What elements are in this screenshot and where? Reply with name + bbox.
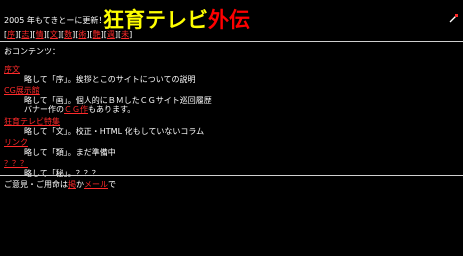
- nav-item-6[interactable]: 艶: [93, 30, 101, 39]
- contents-heading: おコンテンツ：: [4, 47, 60, 56]
- nav-item-8[interactable]: 未: [121, 30, 129, 39]
- nav-item-0[interactable]: 序: [7, 30, 15, 39]
- item-link-links[interactable]: リンク: [4, 138, 212, 148]
- list-item: 狂育テレビ特集 略して「文」。校正・HTML 化もしていないコラム: [4, 117, 212, 136]
- footer-text: ご意見・ご用命は: [4, 180, 68, 189]
- item-description: 略して「画」。個人的にＢＭしたＣＧサイト巡回履歴: [24, 95, 212, 105]
- nav-item-7[interactable]: 週: [107, 30, 115, 39]
- item-link-cg-gallery[interactable]: CG展示館: [4, 86, 212, 96]
- nav-bar: [序][志][情][文][数][術][艶][週][未]: [4, 30, 133, 39]
- nav-item-2[interactable]: 情: [36, 30, 44, 39]
- item-description-extra: バナー作のＣＧ作もあります。: [24, 105, 136, 115]
- list-item: リンク 略して「類」。まだ準備中: [4, 138, 212, 157]
- footer-text: で: [108, 180, 116, 189]
- update-note: 2005 年もてきとーに更新！: [4, 16, 107, 25]
- nav-item-3[interactable]: 文: [50, 30, 58, 39]
- footer: ご意見・ご用命は掲かメールで: [4, 179, 116, 190]
- item-description: 略して「類」。まだ準備中: [24, 147, 116, 157]
- item-link-secret[interactable]: ？？？: [4, 159, 212, 169]
- item-description: 略して「序」。挨拶とこのサイトについての説明: [24, 74, 196, 84]
- nav-item-4[interactable]: 数: [64, 30, 72, 39]
- list-item: 序文 略して「序」。挨拶とこのサイトについての説明: [4, 65, 212, 84]
- item-link-preface[interactable]: 序文: [4, 65, 212, 75]
- divider-bottom: [0, 175, 463, 176]
- footer-text: か: [76, 180, 84, 189]
- list-item: CG展示館 略して「画」。個人的にＢＭしたＣＧサイト巡回履歴 バナー作のＣＧ作も…: [4, 86, 212, 115]
- pencil-icon[interactable]: [449, 14, 458, 23]
- item-description: 略して「文」。校正・HTML 化もしていないコラム: [24, 126, 205, 136]
- board-link[interactable]: 掲: [68, 180, 76, 189]
- item-description: 略して「秘」。？？？: [24, 168, 100, 178]
- item-link-feature[interactable]: 狂育テレビ特集: [4, 117, 212, 127]
- cg-works-link[interactable]: ＣＧ作: [64, 105, 88, 114]
- contents-list: 序文 略して「序」。挨拶とこのサイトについての説明 CG展示館 略して「画」。個…: [4, 65, 212, 179]
- site-title-accent: 外伝: [208, 8, 250, 32]
- mail-link[interactable]: メール: [84, 180, 108, 189]
- divider-top: [0, 41, 463, 42]
